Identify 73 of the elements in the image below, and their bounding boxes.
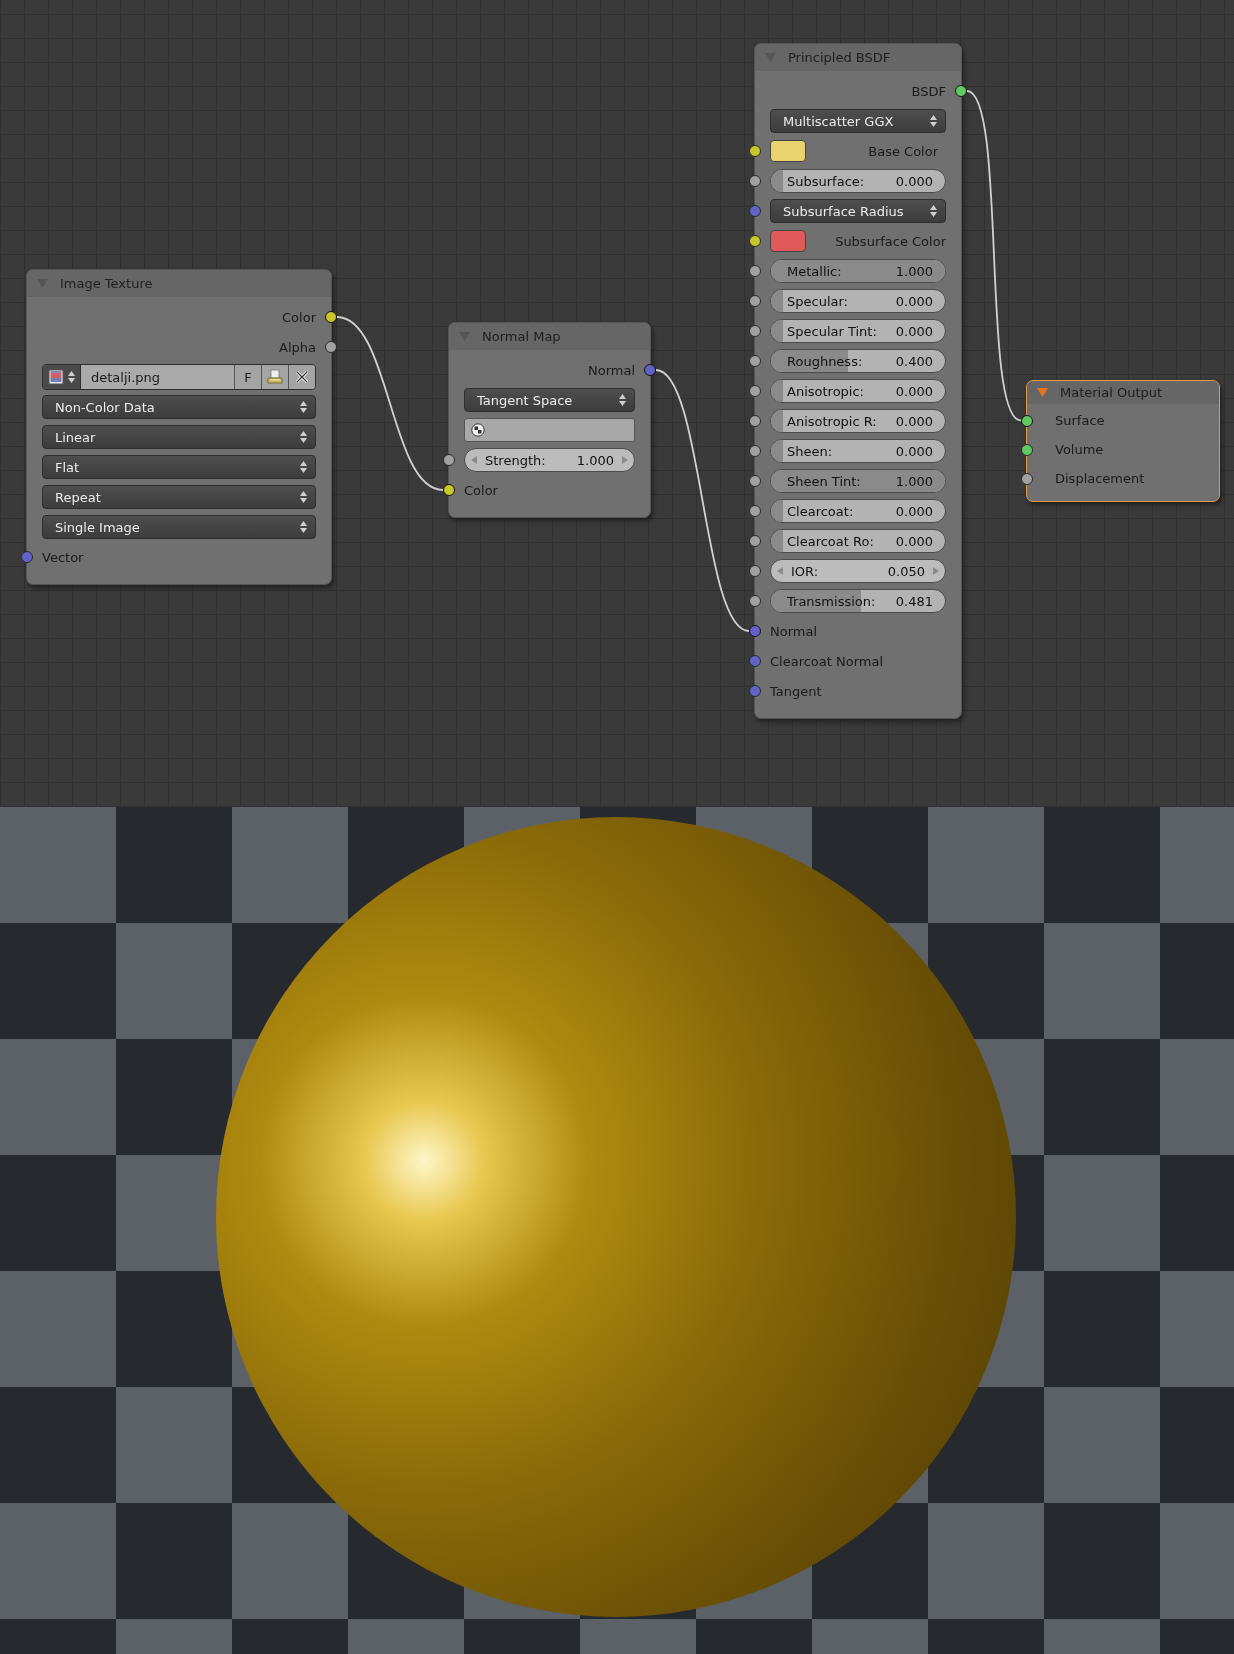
value-slider[interactable]: Metallic: 1.000 [770,259,946,283]
socket-label: Surface [1055,413,1105,428]
socket[interactable] [749,415,761,427]
value-slider[interactable]: Transmission: 0.481 [770,589,946,613]
dropdown-menu[interactable]: Multiscatter GGX [770,109,946,133]
updown-icon[interactable] [619,394,626,406]
socket[interactable] [955,85,967,97]
dropdown-menu[interactable]: Subsurface Radius [770,199,946,223]
value-slider[interactable]: Specular Tint: 0.000 [770,319,946,343]
socket[interactable] [325,341,337,353]
socket[interactable] [749,445,761,457]
node-title: Image Texture [60,276,153,291]
socket-label: Tangent [770,683,822,699]
node-title: Normal Map [482,329,561,344]
uv-map-field[interactable] [464,418,635,442]
socket-label: Color [464,482,498,498]
updown-icon[interactable] [300,461,307,473]
socket-label: Clearcoat Normal [770,653,884,669]
socket[interactable] [749,355,761,367]
dropdown-menu[interactable]: Tangent Space [464,388,635,412]
socket[interactable] [749,235,761,247]
updown-icon[interactable] [930,205,937,217]
socket-label: Base Color [867,143,939,159]
socket[interactable] [749,325,761,337]
socket-label: Subsurface Color [834,233,946,249]
value-slider[interactable]: Sheen: 0.000 [770,439,946,463]
value-slider[interactable]: Specular: 0.000 [770,289,946,313]
socket-label: Volume [1055,442,1104,457]
socket[interactable] [749,505,761,517]
value-slider[interactable]: Anisotropic R: 0.000 [770,409,946,433]
updown-icon[interactable] [300,431,307,443]
socket[interactable] [749,175,761,187]
socket-label: Alpha [279,339,316,355]
socket[interactable] [1021,472,1033,485]
dropdown-menu[interactable]: Single Image [42,515,316,539]
color-swatch[interactable] [770,140,806,162]
node-title: Principled BSDF [788,50,891,65]
value-slider[interactable]: Anisotropic: 0.000 [770,379,946,403]
updown-icon[interactable] [300,491,307,503]
socket[interactable] [749,265,761,277]
socket[interactable] [749,595,761,607]
value-slider[interactable]: Clearcoat: 0.000 [770,499,946,523]
updown-icon[interactable] [300,401,307,413]
socket-label: Vector [42,549,84,565]
socket[interactable] [443,454,455,466]
dropdown-menu[interactable]: Linear [42,425,316,449]
dropdown-menu[interactable]: Flat [42,455,316,479]
socket[interactable] [749,475,761,487]
dropdown-menu[interactable]: Non-Color Data [42,395,316,419]
socket-label: Color [282,309,316,325]
socket[interactable] [749,295,761,307]
socket-label: BSDF [911,83,946,99]
socket[interactable] [749,385,761,397]
value-slider[interactable]: Sheen Tint: 1.000 [770,469,946,493]
socket-label: Normal [587,362,635,378]
socket[interactable] [749,145,761,157]
socket[interactable] [443,484,455,496]
value-slider[interactable]: Clearcoat Ro: 0.000 [770,529,946,553]
checker-ball-icon[interactable] [471,423,485,437]
node-title: Material Output [1060,385,1163,400]
socket-label: Displacement [1055,471,1145,486]
updown-icon[interactable] [930,115,937,127]
socket[interactable] [749,565,761,577]
dropdown-menu[interactable]: Repeat [42,485,316,509]
socket-label: Normal [770,623,818,639]
socket[interactable] [1021,443,1033,456]
color-swatch[interactable] [770,230,806,252]
socket[interactable] [325,311,337,323]
socket[interactable] [749,535,761,547]
value-slider[interactable]: Roughness: 0.400 [770,349,946,373]
updown-icon[interactable] [300,521,307,533]
socket[interactable] [1021,414,1033,427]
value-slider[interactable]: Subsurface: 0.000 [770,169,946,193]
